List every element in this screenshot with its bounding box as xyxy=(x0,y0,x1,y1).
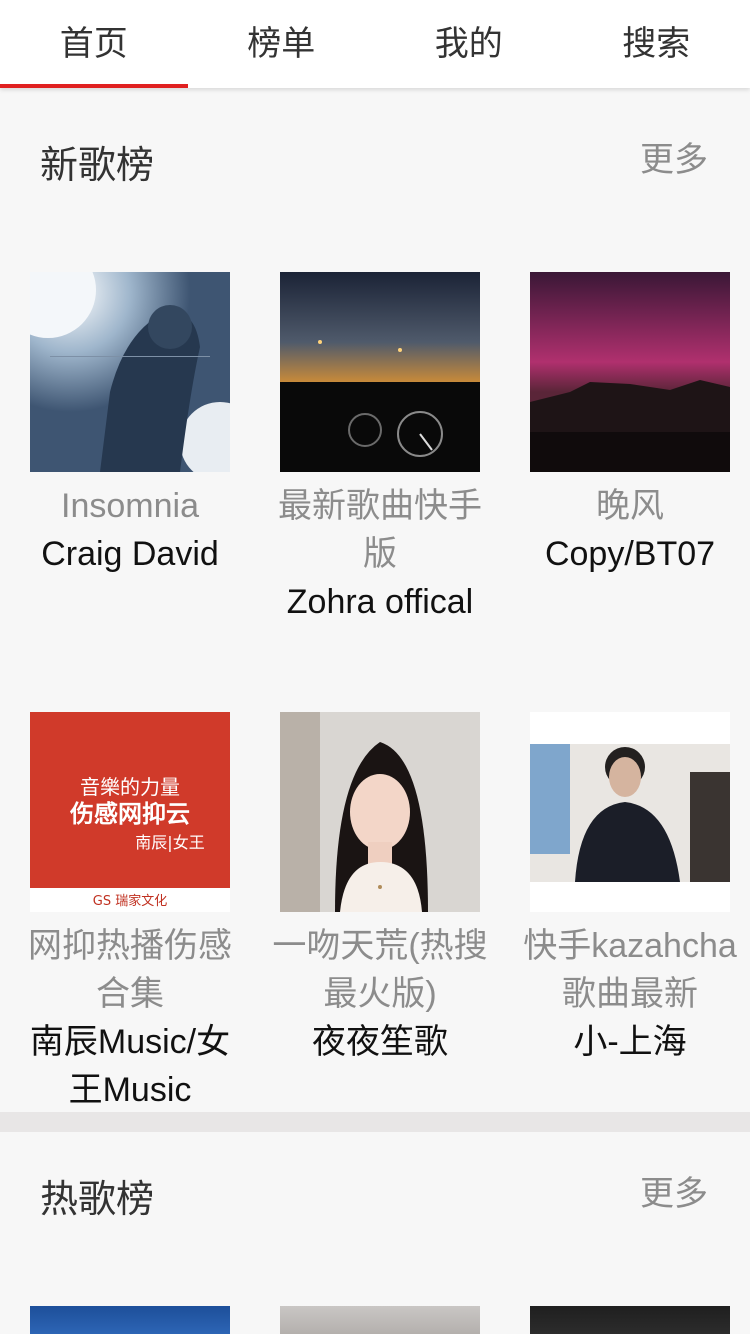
song-title: 最新歌曲快手版 xyxy=(278,487,482,573)
album-cover-pink-sky xyxy=(530,272,730,472)
hot-songs-title: 热歌榜 xyxy=(40,1177,155,1221)
hot-song-cover[interactable] xyxy=(280,1306,480,1334)
song-card[interactable]: 最新歌曲快手版 Zohra offical xyxy=(260,272,500,626)
tab-home[interactable]: 首页 xyxy=(0,0,188,88)
new-songs-header: 新歌榜 更多 xyxy=(0,130,750,200)
tab-charts[interactable]: 榜单 xyxy=(188,0,376,88)
song-title: Insomnia xyxy=(61,487,199,525)
top-tab-bar: 首页 榜单 我的 搜索 xyxy=(0,0,750,88)
album-cover-man-sitting xyxy=(530,712,730,912)
tab-search[interactable]: 搜索 xyxy=(563,0,750,88)
song-card[interactable]: 快手kazahcha歌曲最新 小-上海 xyxy=(510,712,750,1066)
svg-text:音樂的力量: 音樂的力量 xyxy=(80,775,180,799)
song-card[interactable]: 晚风 Copy/BT07 xyxy=(510,272,750,578)
artist-name: 夜夜笙歌 xyxy=(312,1023,448,1061)
song-card[interactable]: Insomnia Craig David xyxy=(10,272,250,578)
hot-song-cover[interactable] xyxy=(530,1306,730,1334)
artist-name: Craig David xyxy=(41,535,219,573)
album-cover-insomnia xyxy=(30,272,230,472)
song-card[interactable]: 音樂的力量 伤感网抑云 南辰|女王 GS 瑞家文化 网抑热播伤感合集 南辰Mus… xyxy=(10,712,250,1114)
artist-name: Copy/BT07 xyxy=(544,535,716,573)
song-card[interactable]: 一吻天荒(热搜最火版) 夜夜笙歌 xyxy=(260,712,500,1066)
artist-name: Zohra offical xyxy=(286,583,474,621)
svg-text:伤感网抑云: 伤感网抑云 xyxy=(69,800,190,828)
section-divider xyxy=(0,1112,750,1132)
song-title: 晚风 xyxy=(596,487,664,525)
hot-songs-header: 热歌榜 更多 xyxy=(0,1164,750,1234)
hot-song-cover[interactable] xyxy=(30,1306,230,1334)
song-title: 一吻天荒(热搜最火版) xyxy=(272,927,488,1013)
hot-songs-more-link[interactable]: 更多 xyxy=(640,1164,708,1224)
new-songs-title: 新歌榜 xyxy=(40,143,155,187)
tab-mine[interactable]: 我的 xyxy=(375,0,563,88)
album-cover-night-drive xyxy=(280,272,480,472)
artist-name: 小-上海 xyxy=(573,1023,687,1061)
svg-text:南辰|女王: 南辰|女王 xyxy=(135,833,204,852)
svg-text:GS 瑞家文化: GS 瑞家文化 xyxy=(93,893,167,909)
song-title: 快手kazahcha歌曲最新 xyxy=(523,927,737,1013)
new-songs-more-link[interactable]: 更多 xyxy=(640,130,708,190)
song-title: 网抑热播伤感合集 xyxy=(28,927,232,1013)
album-cover-portrait-girl xyxy=(280,712,480,912)
album-cover-red: 音樂的力量 伤感网抑云 南辰|女王 GS 瑞家文化 xyxy=(30,712,230,912)
artist-name: 南辰Music/女王Music xyxy=(29,1023,231,1109)
